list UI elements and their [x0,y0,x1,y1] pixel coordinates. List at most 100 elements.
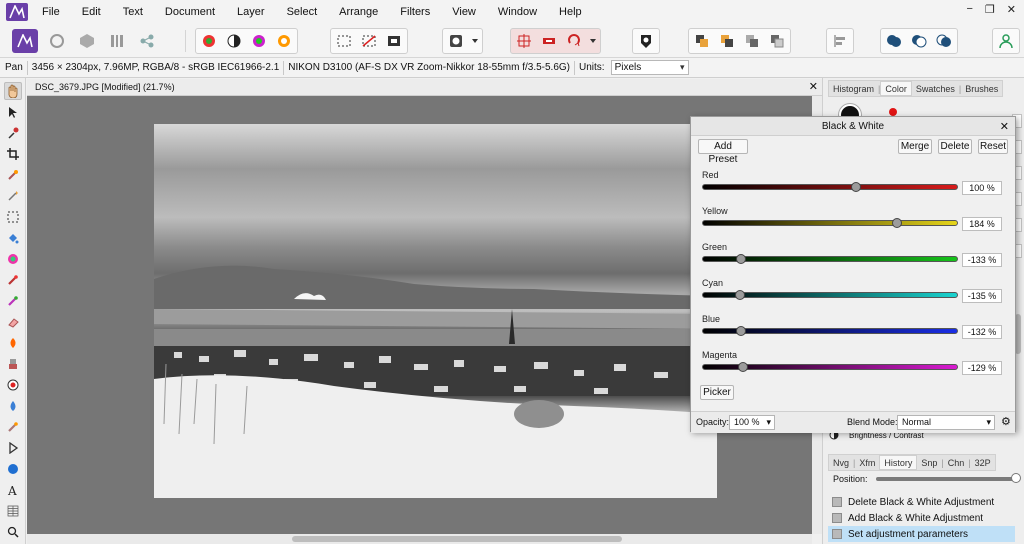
menu-view[interactable]: View [452,6,476,18]
merge-button[interactable]: Merge [898,139,932,154]
tab-channels[interactable]: Chn [944,458,969,468]
move-by-whole-pixels-icon[interactable] [563,30,585,52]
units-select[interactable]: Pixels [610,60,689,75]
gradient-tool-icon[interactable] [4,250,22,268]
reset-button[interactable]: Reset [978,139,1008,154]
menu-window[interactable]: Window [498,6,537,18]
cyan-slider-thumb[interactable] [734,290,745,300]
yellow-value-field[interactable]: 184 % [962,217,1002,231]
snapping-icon[interactable] [513,30,535,52]
red-slider[interactable] [702,182,958,192]
mesh-warp-tool-icon[interactable] [4,502,22,520]
maximize-button[interactable]: ❐ [985,3,995,16]
pen-tool-icon[interactable] [4,439,22,457]
smudge-tool-icon[interactable] [4,418,22,436]
close-window-button[interactable]: ✕ [1007,3,1016,16]
tab-history[interactable]: History [879,455,918,470]
color-picker-tool-icon[interactable] [4,124,22,142]
move-forward-one-icon[interactable] [741,30,763,52]
paint-brush-tool-icon[interactable] [4,271,22,289]
magenta-value-field[interactable]: -129 % [962,361,1002,375]
intersect-shape-icon[interactable] [933,30,955,52]
green-value-field[interactable]: -133 % [962,253,1002,267]
move-to-back-icon[interactable] [691,30,713,52]
add-shape-icon[interactable] [883,30,905,52]
clone-tool-icon[interactable] [4,355,22,373]
force-pixel-alignment-icon[interactable] [538,30,560,52]
red-value-field[interactable]: 100 % [962,181,1002,195]
close-document-button[interactable]: ✕ [809,80,818,93]
yellow-slider[interactable] [702,218,958,228]
quick-mask-dropdown-icon[interactable] [470,30,480,52]
align-icon[interactable] [829,30,851,52]
tab-32p[interactable]: 32P [971,458,995,468]
move-back-one-icon[interactable] [716,30,738,52]
text-tool-icon[interactable]: A [4,481,22,499]
menu-arrange[interactable]: Arrange [339,6,378,18]
menu-edit[interactable]: Edit [82,6,101,18]
photo-persona-icon[interactable] [12,29,38,53]
menu-document[interactable]: Document [165,6,215,18]
history-position-slider[interactable] [875,473,1021,483]
document-tab-title[interactable]: DSC_3679.JPG [Modified] (21.7%) [35,82,175,92]
tab-navigator[interactable]: Nvg [829,458,853,468]
quick-mask-icon[interactable] [445,30,467,52]
history-item[interactable]: Set adjustment parameters [828,526,1015,542]
tab-brushes[interactable]: Brushes [961,84,1002,94]
develop-persona-icon[interactable] [76,30,98,52]
cyan-slider[interactable] [702,290,958,300]
export-persona-icon[interactable] [136,30,158,52]
secondary-color-dot[interactable] [889,108,897,116]
flood-fill-tool-icon[interactable] [4,229,22,247]
pan-tool-icon[interactable] [4,82,22,100]
cyan-value-field[interactable]: -135 % [962,289,1002,303]
red-eye-tool-icon[interactable] [4,376,22,394]
menu-layer[interactable]: Layer [237,6,265,18]
blue-slider[interactable] [702,326,958,336]
deselect-icon[interactable] [358,30,380,52]
magenta-slider[interactable] [702,362,958,372]
flood-select-tool-icon[interactable] [4,187,22,205]
tab-snapshots[interactable]: Snp [917,458,941,468]
assistant-dropdown-icon[interactable] [588,30,598,52]
zoom-tool-icon[interactable] [4,523,22,541]
green-slider-thumb[interactable] [735,254,746,264]
tab-color[interactable]: Color [880,81,912,96]
history-item[interactable]: Add Black & White Adjustment [828,510,1015,526]
menu-file[interactable]: File [42,6,60,18]
auto-colors-icon[interactable] [248,30,270,52]
tab-transform[interactable]: Xfm [855,458,879,468]
crop-tool-icon[interactable] [4,145,22,163]
auto-white-balance-icon[interactable] [273,30,295,52]
magenta-slider-thumb[interactable] [737,362,748,372]
auto-levels-icon[interactable] [198,30,220,52]
close-dialog-icon[interactable]: ✕ [1000,120,1009,133]
subtract-shape-icon[interactable] [908,30,930,52]
liquify-persona-icon[interactable] [46,30,68,52]
marquee-select-icon[interactable] [333,30,355,52]
history-item[interactable]: Delete Black & White Adjustment [828,494,1015,510]
move-to-front-icon[interactable] [766,30,788,52]
dodge-tool-icon[interactable] [4,334,22,352]
horizontal-scroll-thumb[interactable] [292,536,622,542]
marquee-tool-icon[interactable] [4,208,22,226]
invert-selection-icon[interactable] [383,30,405,52]
minimize-button[interactable]: − [966,3,972,16]
menu-text[interactable]: Text [123,6,143,18]
add-preset-button[interactable]: Add Preset [698,139,748,165]
tone-mapping-persona-icon[interactable] [106,30,128,52]
mask-layer-icon[interactable] [635,30,657,52]
yellow-slider-thumb[interactable] [891,218,902,228]
menu-select[interactable]: Select [287,6,318,18]
tab-swatches[interactable]: Swatches [912,84,959,94]
blue-slider-thumb[interactable] [736,326,747,336]
history-position-thumb[interactable] [1010,473,1021,483]
document-image[interactable] [154,124,717,498]
tab-histogram[interactable]: Histogram [829,84,878,94]
picker-button[interactable]: Picker [700,385,734,400]
app-logo-icon[interactable] [6,3,28,21]
color-replacement-tool-icon[interactable] [4,292,22,310]
menu-help[interactable]: Help [559,6,582,18]
shape-tool-icon[interactable] [4,460,22,478]
auto-contrast-icon[interactable] [223,30,245,52]
